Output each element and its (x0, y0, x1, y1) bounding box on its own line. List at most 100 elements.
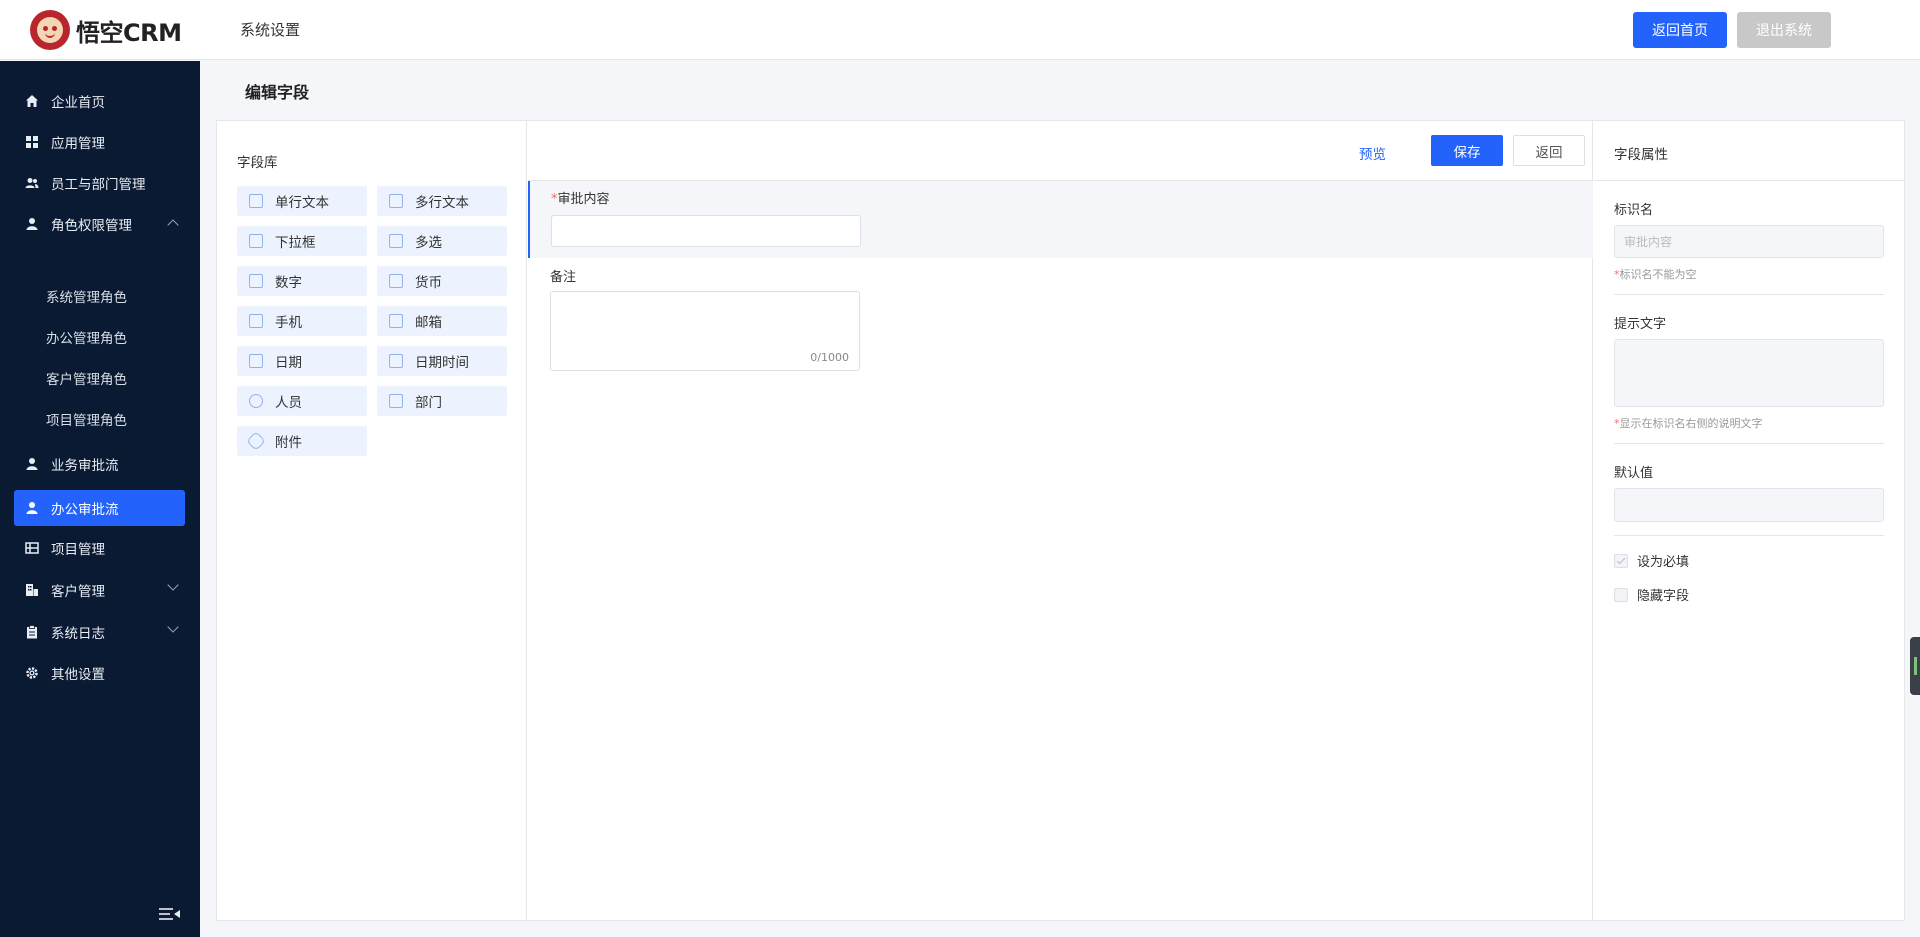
field-chip-dropdown[interactable]: 下拉框 (237, 226, 367, 256)
field-chip-label: 数字 (275, 275, 302, 291)
tip-text-label: 提示文字 (1614, 317, 1667, 332)
default-value-input[interactable] (1614, 488, 1884, 522)
sidebar-item-label: 客户管理 (51, 584, 105, 600)
field-chip-datetime[interactable]: 日期时间 (377, 346, 507, 376)
field-chip-label: 下拉框 (275, 235, 316, 251)
sidebar-item-label: 员工与部门管理 (51, 177, 146, 193)
multi-line-text-icon (389, 194, 403, 208)
section-divider (1614, 535, 1884, 536)
form-canvas-panel: 预览 保存 返回 *审批内容 备注 0/1000 (528, 121, 1593, 920)
header-title: 系统设置 (240, 21, 301, 39)
user-icon (25, 501, 39, 515)
field-properties-panel: 字段属性 标识名 审批内容 *标识名不能为空 提示文字 *显示在标识名右侧的说明… (1594, 121, 1904, 920)
user-icon (25, 217, 39, 231)
tip-hint: *显示在标识名右侧的说明文字 (1614, 415, 1763, 431)
grid-icon (25, 135, 39, 149)
hidden-checkbox-row[interactable]: 隐藏字段 (1614, 585, 1689, 604)
sidebar-item-app-management[interactable]: 应用管理 (14, 124, 185, 160)
field-chip-number[interactable]: 数字 (237, 266, 367, 296)
sidebar-item-project-management[interactable]: 项目管理 (14, 530, 185, 566)
hidden-checkbox-label: 隐藏字段 (1637, 589, 1690, 604)
remark-textarea[interactable]: 0/1000 (550, 291, 860, 371)
field-label-text: 审批内容 (557, 192, 610, 207)
field-chip-department[interactable]: 部门 (377, 386, 507, 416)
field-chip-email[interactable]: 邮箱 (377, 306, 507, 336)
sidebar-item-label: 办公审批流 (51, 502, 119, 518)
field-chip-label: 日期时间 (415, 355, 469, 371)
page-title: 编辑字段 (245, 83, 310, 102)
building-icon (25, 583, 39, 597)
chevron-down-icon (167, 579, 179, 591)
sidebar-subitem-customer-role[interactable]: 客户管理角色 (46, 368, 127, 388)
field-chip-single-line-text[interactable]: 单行文本 (237, 186, 367, 216)
sidebar-item-other-settings[interactable]: 其他设置 (14, 655, 185, 691)
checkbox-icon (389, 234, 403, 248)
field-chip-label: 日期 (275, 355, 302, 371)
currency-icon (389, 274, 403, 288)
home-icon (25, 94, 39, 108)
sidebar-item-customer-management[interactable]: 客户管理 (14, 572, 185, 608)
hidden-checkbox[interactable] (1614, 587, 1628, 602)
back-button[interactable]: 返回 (1513, 135, 1585, 166)
properties-title: 字段属性 (1614, 147, 1668, 163)
field-chip-multi-select[interactable]: 多选 (377, 226, 507, 256)
sidebar-item-staff-departments[interactable]: 员工与部门管理 (14, 165, 185, 201)
sidebar-item-business-approval[interactable]: 业务审批流 (14, 446, 185, 482)
logout-button[interactable]: 退出系统 (1737, 12, 1831, 48)
person-icon (249, 394, 263, 408)
required-checkbox-row[interactable]: 设为必填 (1614, 551, 1689, 570)
number-icon (249, 274, 263, 288)
sidebar-item-system-log[interactable]: 系统日志 (14, 614, 185, 650)
user-icon (25, 457, 39, 471)
field-chip-multi-line-text[interactable]: 多行文本 (377, 186, 507, 216)
name-input[interactable]: 审批内容 (1614, 225, 1884, 258)
field-chip-phone[interactable]: 手机 (237, 306, 367, 336)
collapse-sidebar-icon[interactable] (159, 907, 181, 921)
sidebar-item-office-approval[interactable]: 办公审批流 (14, 490, 185, 526)
field-chip-currency[interactable]: 货币 (377, 266, 507, 296)
sidebar: 企业首页 应用管理 员工与部门管理 角色权限管理 系统管理角色 办公管理角色 客… (0, 61, 200, 937)
sidebar-item-label: 角色权限管理 (51, 218, 132, 234)
section-divider (1614, 443, 1884, 444)
preview-link[interactable]: 预览 (1359, 143, 1386, 163)
paperclip-icon (246, 431, 266, 451)
board-icon (25, 541, 39, 555)
calendar-icon (249, 354, 263, 368)
save-button[interactable]: 保存 (1431, 135, 1503, 166)
tip-hint-text: 显示在标识名右侧的说明文字 (1619, 417, 1763, 430)
gear-icon (25, 666, 39, 680)
field-chip-label: 手机 (275, 315, 302, 331)
name-input-value: 审批内容 (1624, 235, 1673, 249)
field-chip-attachment[interactable]: 附件 (237, 426, 367, 456)
field-chip-label: 部门 (415, 395, 442, 411)
chevron-up-icon (167, 219, 179, 231)
sidebar-item-label: 企业首页 (51, 95, 105, 111)
floating-side-tab[interactable] (1910, 637, 1920, 695)
logo-text: 悟空CRM (76, 18, 182, 47)
sidebar-subitem-project-role[interactable]: 项目管理角色 (46, 409, 127, 429)
tip-text-input[interactable] (1614, 339, 1884, 407)
monkey-logo-icon (30, 10, 70, 50)
sidebar-subitem-system-role[interactable]: 系统管理角色 (46, 286, 127, 306)
return-home-button[interactable]: 返回首页 (1633, 12, 1727, 48)
field-chip-label: 附件 (275, 435, 302, 451)
field-chip-date[interactable]: 日期 (237, 346, 367, 376)
required-checkbox-label: 设为必填 (1637, 555, 1690, 570)
sidebar-subitem-office-role[interactable]: 办公管理角色 (46, 327, 127, 347)
sidebar-item-enterprise-home[interactable]: 企业首页 (14, 83, 185, 119)
sidebar-item-label: 业务审批流 (51, 458, 119, 474)
single-line-text-icon (249, 194, 263, 208)
required-checkbox[interactable] (1614, 553, 1628, 568)
email-icon (389, 314, 403, 328)
sidebar-item-role-permissions[interactable]: 角色权限管理 (14, 206, 185, 242)
field-chip-person[interactable]: 人员 (237, 386, 367, 416)
field-library-title: 字段库 (237, 155, 278, 171)
top-header: 悟空CRM 系统设置 返回首页 退出系统 (0, 0, 1920, 60)
org-chart-icon (389, 394, 403, 408)
approval-content-input[interactable] (551, 215, 861, 247)
logo[interactable]: 悟空CRM (30, 10, 182, 50)
name-hint-text: 标识名不能为空 (1619, 268, 1697, 281)
calendar-clock-icon (389, 354, 403, 368)
field-chip-label: 邮箱 (415, 315, 442, 331)
form-field-approval-content[interactable]: *审批内容 (528, 181, 1593, 258)
